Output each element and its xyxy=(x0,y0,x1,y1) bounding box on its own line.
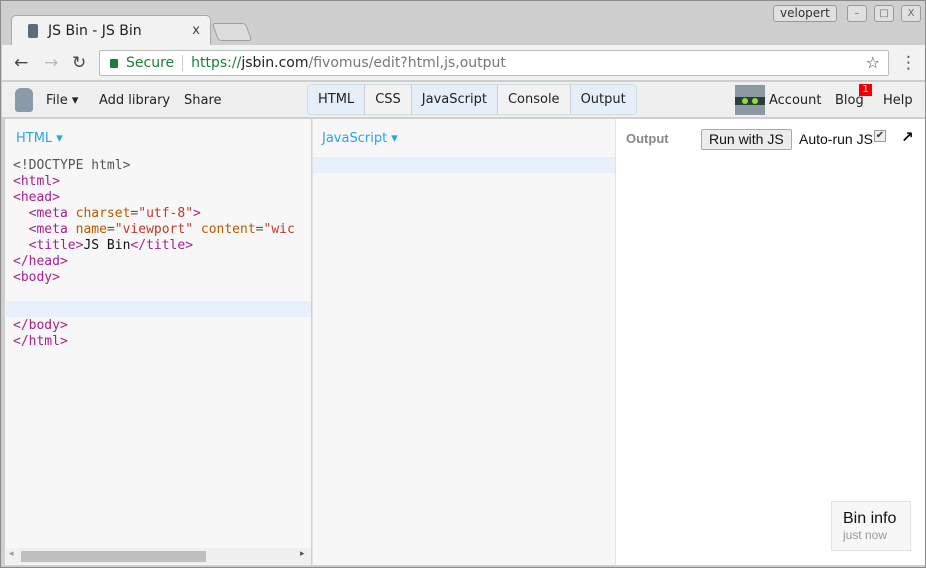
bin-info-button[interactable]: Bin info just now xyxy=(831,501,911,551)
new-tab-button[interactable] xyxy=(211,23,253,41)
run-with-js-button[interactable]: Run with JS xyxy=(701,129,792,150)
code-token-str: "utf-8" xyxy=(138,206,194,221)
avatar[interactable] xyxy=(735,85,765,115)
code-line: </body> xyxy=(13,318,295,334)
html-panel-label[interactable]: HTML ▾ xyxy=(16,131,63,146)
code-line: <meta name="viewport" content="wic xyxy=(13,222,295,238)
reload-icon[interactable]: ↻ xyxy=(72,53,86,73)
add-library-menu[interactable]: Add library xyxy=(99,93,170,108)
panel-toggle-css[interactable]: CSS xyxy=(365,85,412,114)
javascript-panel[interactable]: JavaScript ▾ xyxy=(312,119,615,565)
code-token-txt: JS Bin xyxy=(83,238,131,253)
code-token-tag: <body> xyxy=(13,270,60,285)
jsbin-logo-icon[interactable] xyxy=(15,88,33,112)
address-bar[interactable]: Secure https://jsbin.com/fivomus/edit?ht… xyxy=(99,50,889,76)
help-link[interactable]: Help xyxy=(883,93,913,108)
file-menu[interactable]: File ▾ xyxy=(46,93,78,108)
code-token-attr: content xyxy=(200,222,256,237)
code-line: <title>JS Bin</title> xyxy=(13,238,295,254)
code-token-str: "viewport" xyxy=(114,222,194,237)
code-token-attr: charset xyxy=(75,206,131,221)
close-window-button[interactable]: X xyxy=(901,5,921,22)
code-token-tag: > xyxy=(193,206,201,221)
active-line-highlight xyxy=(313,157,615,173)
back-icon[interactable]: ← xyxy=(14,53,28,73)
panel-toggle-html[interactable]: HTML xyxy=(308,85,366,114)
code-token-tag: <html> xyxy=(13,174,60,189)
code-token-tag: <head> xyxy=(13,190,60,205)
code-token-tag: </body> xyxy=(13,318,68,333)
html-code-editor[interactable]: <!DOCTYPE html> <html> <head> <meta charse… xyxy=(13,158,295,350)
panel-toggles: HTML CSS JavaScript Console Output xyxy=(307,84,637,115)
code-token-tag: <meta xyxy=(28,222,76,237)
forward-icon[interactable]: → xyxy=(44,53,58,73)
blog-badge: 1 xyxy=(859,84,872,96)
code-line: <meta charset="utf-8"> xyxy=(13,206,295,222)
output-panel-label: Output xyxy=(626,131,669,146)
browser-window: JS Bin - JS Bin x velopert – □ X ← → ↻ S… xyxy=(0,0,926,568)
url-host: jsbin.com xyxy=(241,55,309,71)
code-token-tag: <title> xyxy=(28,238,84,253)
popout-arrow-icon[interactable]: ↗ xyxy=(901,128,914,146)
code-line: <!DOCTYPE html> xyxy=(13,158,295,174)
lock-icon xyxy=(110,58,118,68)
share-menu[interactable]: Share xyxy=(184,93,222,108)
code-line: </head> xyxy=(13,254,295,270)
browser-menu-icon[interactable]: ⋮ xyxy=(900,53,917,73)
profile-button[interactable]: velopert xyxy=(773,5,837,22)
tab-title: JS Bin - JS Bin xyxy=(48,22,142,39)
jsbin-toolbar: File ▾ Add library Share HTML CSS JavaScri… xyxy=(2,82,925,118)
code-token-tag: <meta xyxy=(28,206,76,221)
panel-toggle-output[interactable]: Output xyxy=(570,85,636,114)
scrollbar-thumb[interactable] xyxy=(21,551,206,562)
browser-toolbar: ← → ↻ Secure https://jsbin.com/fivomus/e… xyxy=(2,45,925,81)
account-link[interactable]: Account xyxy=(769,93,822,108)
code-token-doc: = xyxy=(255,222,264,237)
code-token-str: "wic xyxy=(263,222,295,237)
autorun-label: Auto-run JS xyxy=(799,131,873,147)
code-line: <head> xyxy=(13,190,295,206)
code-token-doc: = xyxy=(106,222,115,237)
code-token-tag: </title> xyxy=(130,238,194,253)
code-token-tag: </head> xyxy=(13,254,68,269)
code-line: <body> xyxy=(13,270,295,286)
jsbin-favicon-icon xyxy=(28,23,38,38)
secure-label: Secure xyxy=(126,55,184,71)
url-scheme: https:// xyxy=(191,55,242,71)
code-line: </html> xyxy=(13,334,295,350)
code-token-attr: name xyxy=(75,222,107,237)
code-token-doc: <!DOCTYPE html> xyxy=(13,158,131,173)
bin-info-subtitle: just now xyxy=(843,528,888,542)
minimize-button[interactable]: – xyxy=(847,5,867,22)
maximize-button[interactable]: □ xyxy=(874,5,894,22)
browser-tab[interactable]: JS Bin - JS Bin x xyxy=(11,15,211,45)
horizontal-scrollbar[interactable]: ◂ ▸ xyxy=(6,548,311,564)
url-path: /fivomus/edit?html,js,output xyxy=(308,55,506,71)
javascript-panel-label[interactable]: JavaScript ▾ xyxy=(322,131,398,146)
panel-toggle-console[interactable]: Console xyxy=(498,85,571,114)
bookmark-star-icon[interactable]: ☆ xyxy=(866,53,880,72)
code-token-tag: </html> xyxy=(13,334,68,349)
bin-info-title: Bin info xyxy=(843,510,897,527)
autorun-checkbox[interactable]: ✔ xyxy=(874,130,886,142)
tab-close-icon[interactable]: x xyxy=(192,23,200,38)
output-panel: Output Auto-run JS ✔ ↗ xyxy=(615,119,925,565)
panel-toggle-javascript[interactable]: JavaScript xyxy=(411,85,498,114)
code-line: <html> xyxy=(13,174,295,190)
